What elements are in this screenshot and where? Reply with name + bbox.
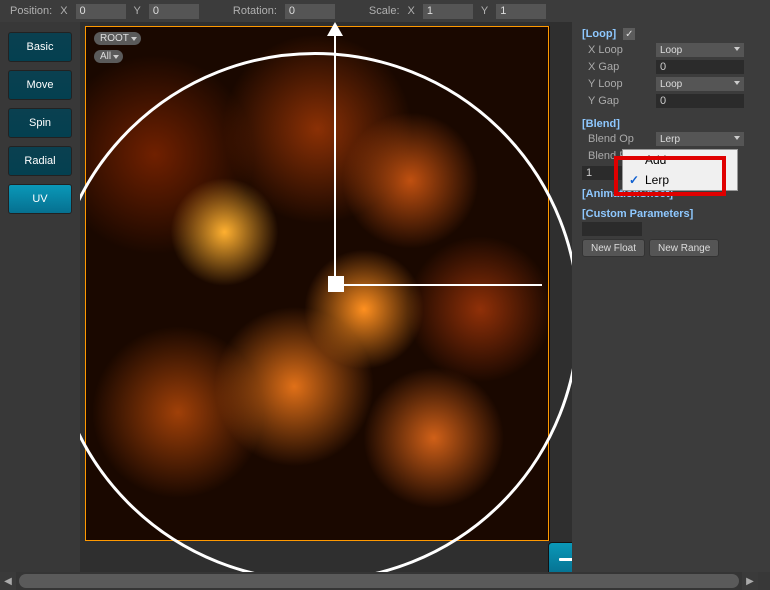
layer-root-dropdown[interactable]: ROOT [94, 32, 141, 45]
layer-all-dropdown[interactable]: All [94, 50, 123, 63]
blend-section-title: [Blend] [582, 118, 620, 130]
rotation-field[interactable] [285, 4, 335, 19]
x-loop-dropdown[interactable]: Loop [656, 43, 744, 57]
blend-op-label: Blend Op [582, 133, 656, 145]
inspector-panel: [Loop] X Loop Loop X Gap Y Loop Loop Y G… [572, 22, 770, 572]
custom-param-name-field[interactable] [582, 222, 642, 236]
sidebar-item-move[interactable]: Move [8, 70, 72, 100]
new-range-button[interactable]: New Range [649, 239, 719, 257]
blend-op-dropdown[interactable]: Lerp [656, 132, 744, 146]
custom-params-title: [Custom Parameters] [582, 208, 693, 220]
sidebar-item-radial[interactable]: Radial [8, 146, 72, 176]
sidebar-item-spin[interactable]: Spin [8, 108, 72, 138]
blend-option-lerp[interactable]: Lerp [623, 170, 737, 190]
rotation-label: Rotation: [233, 5, 277, 17]
gizmo-arrow-up-icon [327, 22, 343, 36]
scrollbar-thumb[interactable] [19, 574, 739, 588]
scroll-left-icon[interactable]: ◀ [0, 572, 16, 590]
gizmo-axis-y[interactable] [334, 26, 336, 290]
blend-op-popup: Add Lerp [622, 149, 738, 191]
viewport-tool-toggle[interactable] [548, 542, 572, 572]
transform-toolbar: Position: X Y Rotation: Scale: X Y [0, 0, 770, 22]
sidebar-item-uv[interactable]: UV [8, 184, 72, 214]
scale-x-field[interactable] [423, 4, 473, 19]
x-label: X [60, 5, 67, 17]
scale-x-label: X [408, 5, 415, 17]
horizontal-scrollbar[interactable]: ◀ ▶ [0, 572, 758, 590]
x-gap-label: X Gap [582, 61, 656, 73]
sidebar-item-basic[interactable]: Basic [8, 32, 72, 62]
position-x-field[interactable] [76, 4, 126, 19]
y-loop-label: Y Loop [582, 78, 656, 90]
y-loop-dropdown[interactable]: Loop [656, 77, 744, 91]
gizmo-center-handle[interactable] [328, 276, 344, 292]
y-label: Y [134, 5, 141, 17]
gizmo-axis-x[interactable] [336, 284, 542, 286]
position-y-field[interactable] [149, 4, 199, 19]
loop-enable-checkbox[interactable] [623, 28, 635, 40]
scale-label: Scale: [369, 5, 400, 17]
y-gap-label: Y Gap [582, 95, 656, 107]
viewport[interactable]: ROOT All [80, 22, 572, 572]
scroll-right-icon[interactable]: ▶ [742, 572, 758, 590]
channel-sidebar: Basic Move Spin Radial UV [0, 22, 80, 572]
scale-y-label: Y [481, 5, 488, 17]
blend-option-add[interactable]: Add [623, 150, 737, 170]
y-gap-field[interactable] [656, 94, 744, 108]
x-gap-field[interactable] [656, 60, 744, 74]
loop-section-title: [Loop] [582, 28, 616, 40]
position-label: Position: [10, 5, 52, 17]
x-loop-label: X Loop [582, 44, 656, 56]
new-float-button[interactable]: New Float [582, 239, 645, 257]
scale-y-field[interactable] [496, 4, 546, 19]
